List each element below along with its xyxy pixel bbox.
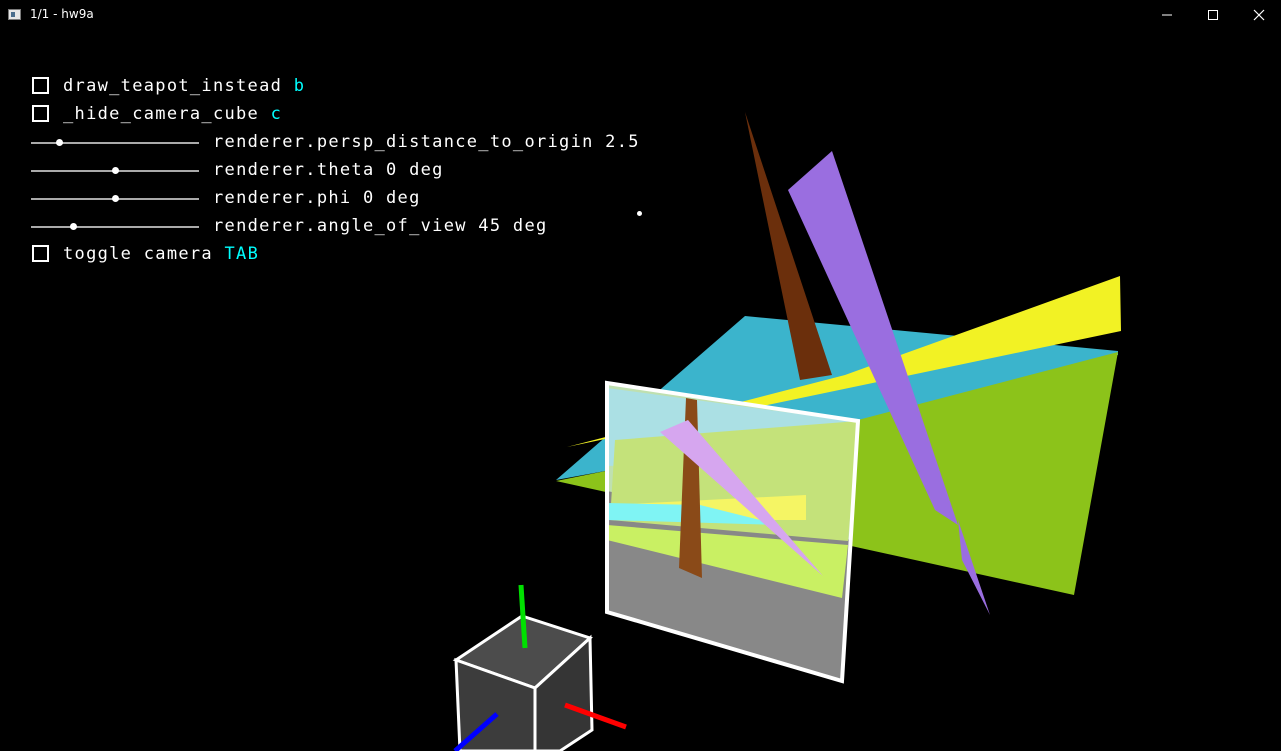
- title-bar[interactable]: 1/1 - hw9a: [0, 0, 1281, 30]
- slider-angle-of-view-track[interactable]: [31, 223, 199, 230]
- slider-angle-of-view-knob[interactable]: [70, 223, 77, 230]
- close-icon: [1253, 9, 1265, 21]
- slider-theta-label: renderer.theta 0 deg: [213, 160, 444, 180]
- slider-distance-track[interactable]: [31, 139, 199, 146]
- maximize-icon: [1208, 10, 1218, 20]
- mouse-cursor-dot: [637, 211, 642, 216]
- hide-camera-cube-hotkey: c: [270, 104, 283, 124]
- close-button[interactable]: [1235, 0, 1281, 30]
- slider-distance-knob[interactable]: [56, 139, 63, 146]
- draw-teapot-label: draw_teapot_instead b: [63, 77, 305, 95]
- slider-phi-knob[interactable]: [112, 195, 119, 202]
- hide-camera-cube-text: _hide_camera_cube: [63, 104, 260, 124]
- slider-phi-track[interactable]: [31, 195, 199, 202]
- app-window: 1/1 - hw9a draw_teapot_instead b _hide_c…: [0, 0, 1281, 751]
- maximize-button[interactable]: [1189, 0, 1235, 30]
- draw-teapot-text: draw_teapot_instead: [63, 76, 283, 96]
- slider-theta-track[interactable]: [31, 167, 199, 174]
- draw-teapot-hotkey: b: [293, 76, 306, 96]
- slider-theta-knob[interactable]: [112, 167, 119, 174]
- toggle-camera-checkbox[interactable]: [32, 245, 49, 262]
- toggle-camera-hotkey: TAB: [224, 244, 260, 264]
- minimize-icon: [1162, 14, 1172, 16]
- app-icon: [8, 9, 21, 20]
- hide-camera-cube-label: _hide_camera_cube c: [63, 105, 282, 123]
- slider-distance-label: renderer.persp_distance_to_origin 2.5: [213, 132, 640, 152]
- toggle-camera-label: toggle camera TAB: [63, 245, 259, 263]
- window-title: 1/1 - hw9a: [30, 7, 94, 21]
- camera-cube: [452, 584, 627, 751]
- slider-angle-of-view-label: renderer.angle_of_view 45 deg: [213, 216, 548, 236]
- minimize-button[interactable]: [1143, 0, 1189, 30]
- draw-teapot-checkbox[interactable]: [32, 77, 49, 94]
- toggle-camera-text: toggle camera: [63, 244, 213, 264]
- hide-camera-cube-checkbox[interactable]: [32, 105, 49, 122]
- slider-phi-label: renderer.phi 0 deg: [213, 188, 421, 208]
- camera-frame: [605, 380, 861, 684]
